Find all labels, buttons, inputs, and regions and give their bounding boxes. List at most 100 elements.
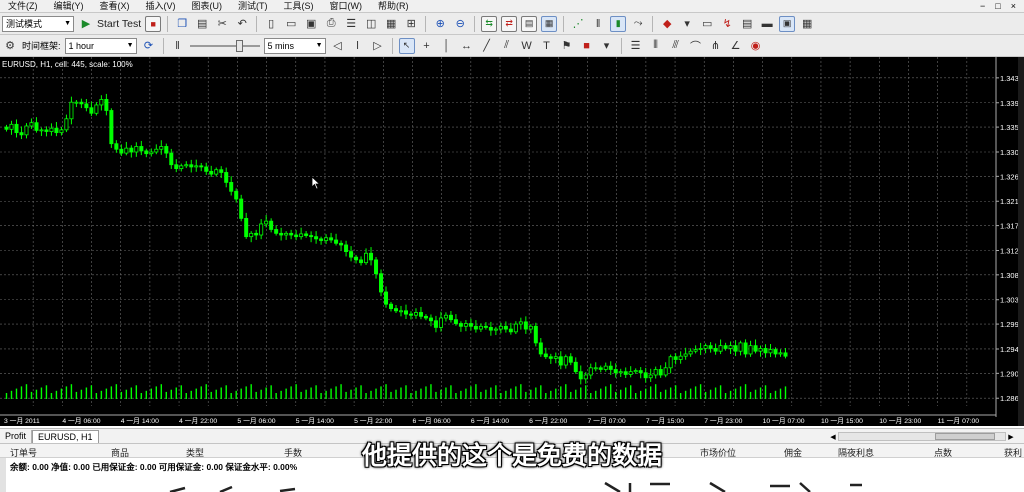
tester-icon[interactable]: ▣	[779, 15, 796, 32]
chevron-down-icon[interactable]: ▾	[679, 16, 695, 32]
candle-bullish	[124, 147, 129, 154]
grid-icon[interactable]: ▦	[383, 16, 399, 32]
candle-bullish	[39, 129, 44, 132]
candle-bullish	[583, 374, 588, 380]
cursor-icon[interactable]: ↖	[398, 37, 415, 54]
x-tick-label: 5 一月 14:00	[296, 417, 334, 425]
candle-bullish	[94, 104, 99, 114]
bar-chart-icon[interactable]: ǁ	[590, 16, 606, 32]
refresh-icon[interactable]: ⟳	[141, 38, 157, 54]
crosshair-icon[interactable]: +	[419, 38, 435, 54]
zoom-in-icon[interactable]: ⊕	[432, 16, 448, 32]
scroll-track[interactable]	[838, 432, 1006, 441]
properties-icon[interactable]: ☰	[343, 16, 359, 32]
price-chart[interactable]: 1.3439 1.3394 1.3350 1.3305 1.3261 1.3216 1.31…	[0, 57, 1024, 426]
arc-icon[interactable]: ⌒	[688, 38, 704, 54]
folder-icon[interactable]: ▭	[699, 16, 715, 32]
new-document-icon[interactable]: ▯	[263, 16, 279, 32]
paste-icon[interactable]: ▤	[194, 16, 210, 32]
candle-bullish	[528, 325, 533, 330]
chevron-down-icon[interactable]: ▾	[599, 38, 615, 54]
stop-icon[interactable]: ■	[145, 15, 162, 32]
x-tick-label: 7 一月 15:00	[646, 417, 684, 425]
candle-bearish	[763, 348, 768, 354]
fan-icon[interactable]: ⫻	[668, 38, 684, 54]
menu-help[interactable]: 帮助(R)	[370, 0, 417, 13]
copy-icon[interactable]: ❐	[174, 16, 190, 32]
terminal-icon[interactable]: ▬	[759, 16, 775, 32]
candle-bullish	[24, 125, 29, 136]
candle-bearish	[319, 238, 324, 241]
zoom-out-icon[interactable]: ⊖	[452, 16, 468, 32]
text-icon[interactable]: T	[539, 38, 555, 54]
vertical-line-icon[interactable]: │	[439, 38, 455, 54]
timeframe-select[interactable]: 1 hour ▼	[64, 37, 137, 54]
print-icon[interactable]: ⎙	[323, 16, 339, 32]
candle-bearish	[119, 148, 124, 154]
candle-bullish	[553, 356, 558, 359]
expert-icon[interactable]: ↯	[719, 16, 735, 32]
step-forward-icon[interactable]: ▷	[370, 38, 386, 54]
angle-icon[interactable]: ∠	[728, 38, 744, 54]
menu-tools[interactable]: 工具(S)	[276, 0, 322, 13]
candle-bullish	[463, 323, 468, 327]
start-test-button[interactable]: ▶ Start Test	[78, 16, 141, 32]
cut-icon[interactable]: ✂	[214, 16, 230, 32]
menu-insert[interactable]: 插入(V)	[138, 0, 184, 13]
step-back-icon[interactable]: ◁	[330, 38, 346, 54]
menu-edit[interactable]: 编辑(Y)	[46, 0, 92, 13]
tester-mode-select[interactable]: 测试模式 ▼	[2, 15, 74, 32]
navigator-icon[interactable]: ▤	[739, 16, 755, 32]
obscured-text-strokes	[169, 481, 862, 492]
fib-time-icon[interactable]: ⦀	[648, 38, 664, 54]
scroll-chart-icon[interactable]: ▦	[541, 15, 558, 32]
restore-icon[interactable]: □	[995, 1, 1000, 11]
menu-test[interactable]: 测试(T)	[230, 0, 276, 13]
close-icon[interactable]: ×	[1011, 1, 1016, 11]
candlestick-chart-icon[interactable]: ▮	[610, 15, 627, 32]
auto-scroll-icon[interactable]: ⤳	[630, 16, 646, 32]
scroll-thumb[interactable]	[935, 433, 995, 440]
step-icon[interactable]: ǀ	[350, 38, 366, 54]
x-tick-label: 6 一月 14:00	[471, 417, 509, 425]
line-chart-icon[interactable]: ⋰	[570, 16, 586, 32]
speed-slider[interactable]	[189, 38, 260, 54]
pitchfork-icon[interactable]: ⋔	[708, 38, 724, 54]
undo-icon[interactable]: ↶	[234, 16, 250, 32]
open-document-icon[interactable]: ▭	[283, 16, 299, 32]
minimize-icon[interactable]: −	[980, 1, 985, 11]
window-icon[interactable]: ◫	[363, 16, 379, 32]
cascade-windows-icon[interactable]: ⇄	[501, 15, 518, 32]
tile-windows-icon[interactable]: ⇆	[481, 15, 498, 32]
scroll-left-icon[interactable]: ◀	[828, 433, 838, 441]
fibonacci-icon[interactable]: ☰	[628, 38, 644, 54]
menu-view[interactable]: 查看(X)	[92, 0, 138, 13]
label-icon[interactable]: ⚑	[559, 38, 575, 54]
candle-bearish	[473, 325, 478, 330]
chart-window-icon[interactable]: ⊞	[403, 16, 419, 32]
chart-scrollbar[interactable]	[1018, 57, 1024, 426]
candle-bullish	[748, 345, 753, 355]
candle-bullish	[518, 321, 523, 325]
gann-icon[interactable]: W	[519, 38, 535, 54]
save-icon[interactable]: ▣	[303, 16, 319, 32]
candle-bearish	[229, 182, 234, 192]
speed-select[interactable]: 5 mins ▼	[263, 37, 326, 54]
indicators-icon[interactable]: ◆	[659, 16, 675, 32]
scroll-right-icon[interactable]: ▶	[1006, 433, 1016, 441]
settings-icon[interactable]: ⚙	[2, 38, 18, 54]
menu-window[interactable]: 窗口(W)	[322, 0, 371, 13]
menu-charts[interactable]: 图表(U)	[184, 0, 231, 13]
shapes-icon[interactable]: ■	[579, 38, 595, 54]
template-icon[interactable]: ▤	[521, 15, 538, 32]
trendline-icon[interactable]: ╱	[479, 38, 495, 54]
channel-icon[interactable]: ⫽	[499, 38, 515, 54]
horizontal-line-icon[interactable]: ↔	[459, 38, 475, 54]
record-icon[interactable]: ◉	[748, 38, 764, 54]
candle-bearish	[753, 345, 758, 352]
menu-file[interactable]: 文件(Z)	[0, 0, 46, 13]
data-window-icon[interactable]: ▦	[799, 16, 815, 32]
slider-thumb[interactable]	[235, 39, 243, 52]
pause-icon[interactable]: ǁ	[170, 38, 186, 54]
candle-bearish	[169, 152, 174, 166]
